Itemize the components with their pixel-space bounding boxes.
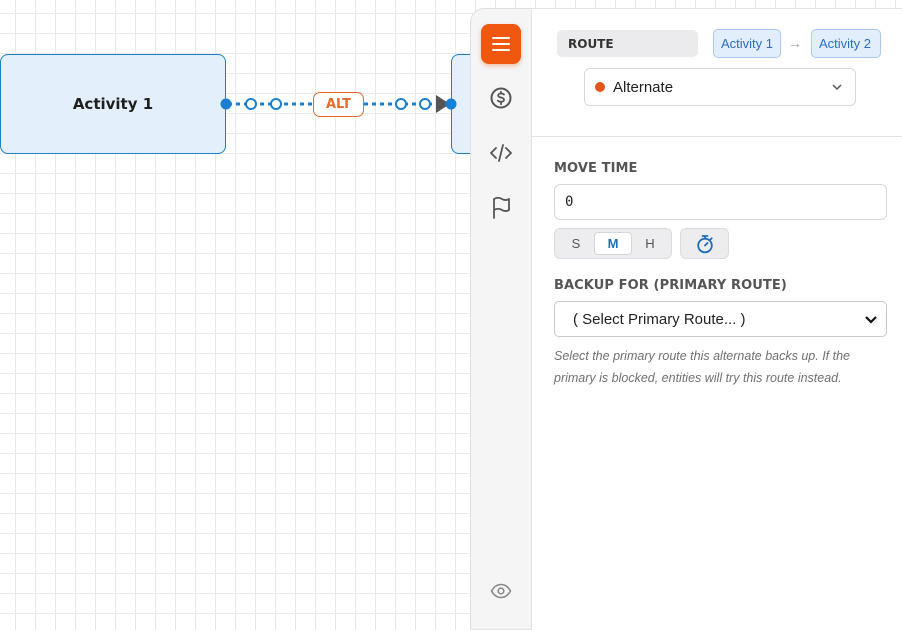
edge-waypoint[interactable]	[395, 98, 407, 110]
edge-target-handle[interactable]	[445, 98, 457, 110]
dollar-circle-icon	[490, 87, 512, 109]
route-arrow-icon: →	[788, 35, 802, 51]
menu-icon	[492, 37, 510, 51]
from-activity-label: Activity 1	[721, 36, 774, 51]
visibility-button[interactable]	[481, 571, 521, 611]
edge-waypoint[interactable]	[419, 98, 431, 110]
route-kind-select[interactable]: Alternate	[584, 68, 856, 106]
move-time-input[interactable]	[554, 184, 887, 220]
menu-button[interactable]	[481, 24, 521, 64]
route-properties-panel: ROUTE Activity 1 → Activity 2 Alternate …	[531, 8, 902, 630]
code-icon	[490, 144, 512, 162]
route-type-label: ROUTE	[568, 36, 614, 51]
unit-minutes-button[interactable]: M	[594, 232, 632, 255]
alt-edge-badge[interactable]: ALT	[313, 92, 364, 117]
backup-help-text: Select the primary route this alternate …	[554, 349, 850, 385]
edge-waypoint[interactable]	[245, 98, 257, 110]
stopwatch-icon	[696, 234, 713, 253]
chevron-down-icon	[865, 316, 877, 324]
primary-route-select[interactable]: ( Select Primary Route... )	[554, 301, 887, 337]
route-type-pill: ROUTE	[557, 30, 698, 57]
chevron-down-icon	[832, 84, 842, 91]
to-activity-chip[interactable]: Activity 2	[811, 29, 881, 58]
flag-button[interactable]	[481, 188, 521, 228]
from-activity-chip[interactable]: Activity 1	[713, 29, 781, 58]
panel-header: ROUTE Activity 1 → Activity 2 Alternate	[532, 9, 902, 137]
cost-button[interactable]	[481, 78, 521, 118]
to-activity-label: Activity 2	[819, 36, 872, 51]
edge-source-handle[interactable]	[220, 98, 232, 110]
move-time-label: MOVE TIME	[554, 161, 638, 176]
alternate-dot-icon	[595, 82, 605, 92]
unit-seconds-button[interactable]: S	[558, 232, 594, 255]
primary-route-value: ( Select Primary Route... )	[573, 310, 746, 328]
flag-icon	[493, 196, 510, 219]
backup-for-label: BACKUP FOR (PRIMARY ROUTE)	[554, 278, 787, 293]
distribution-timer-button[interactable]	[680, 228, 729, 259]
code-button[interactable]	[481, 133, 521, 173]
eye-icon	[490, 583, 512, 599]
alt-badge-label: ALT	[325, 97, 352, 112]
route-kind-value: Alternate	[613, 78, 674, 96]
edge-waypoint[interactable]	[270, 98, 282, 110]
unit-hours-button[interactable]: H	[632, 232, 668, 255]
properties-rail	[470, 8, 532, 630]
time-unit-toggle: S M H	[554, 228, 672, 259]
